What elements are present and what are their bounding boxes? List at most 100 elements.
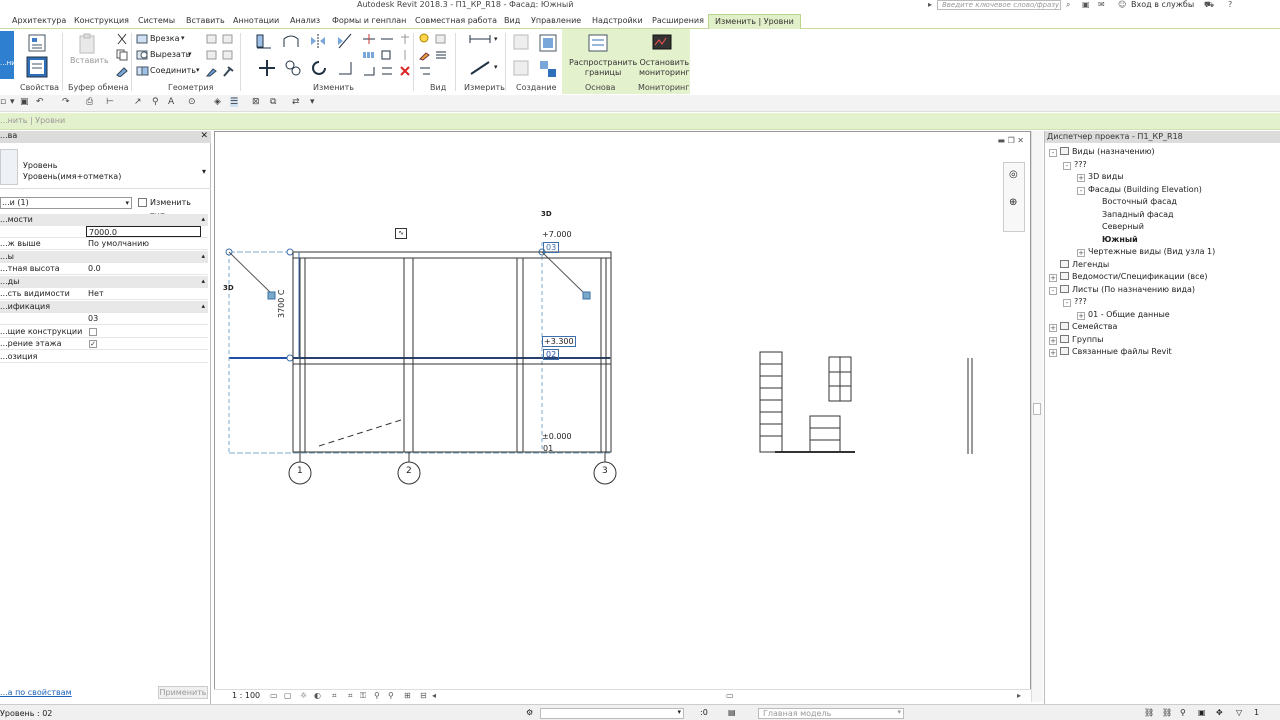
split-face-icon[interactable]: [221, 33, 235, 45]
worksharing-icon[interactable]: ⊞: [404, 691, 411, 700]
join-geometry-icon[interactable]: [136, 65, 150, 77]
graphics-icon[interactable]: [434, 33, 448, 45]
scrollbar-thumb[interactable]: [1033, 403, 1041, 415]
trim-extend-icon[interactable]: [362, 65, 376, 77]
tree-item[interactable]: +3D виды: [1077, 172, 1124, 182]
expand-icon[interactable]: +: [1049, 336, 1057, 345]
tab-addins[interactable]: Надстройки: [592, 16, 643, 25]
wall-join-icon[interactable]: [205, 33, 219, 45]
tree-item[interactable]: + Группы: [1049, 334, 1103, 345]
chevron-down-icon[interactable]: ▾: [10, 97, 15, 107]
tree-item[interactable]: Северный: [1091, 222, 1144, 232]
modify-button[interactable]: ...нить: [0, 31, 24, 79]
property-row[interactable]: ...озиция: [0, 351, 208, 363]
propagate-extents-button[interactable]: Распространить границы: [569, 58, 637, 78]
stop-monitoring-icon[interactable]: [651, 33, 673, 53]
dimension-qat-icon[interactable]: ↗: [134, 97, 142, 107]
property-row[interactable]: 03: [0, 313, 208, 325]
level-name[interactable]: 03: [543, 242, 560, 253]
collapse-icon[interactable]: ▴: [201, 251, 205, 262]
sign-in-button[interactable]: Вход в службы: [1131, 0, 1194, 9]
type-selector[interactable]: Уровень Уровень(имя+отметка) ▾: [0, 145, 211, 189]
zoom-icon[interactable]: ⊕: [1009, 197, 1017, 208]
lock-icon[interactable]: [582, 291, 591, 300]
tab-systems[interactable]: Системы: [138, 16, 175, 25]
expand-icon[interactable]: +: [1049, 274, 1057, 282]
redo-icon[interactable]: ↷: [62, 97, 70, 107]
level-handle[interactable]: [286, 248, 294, 256]
tab-analyze[interactable]: Анализ: [290, 16, 320, 25]
move-icon[interactable]: [258, 59, 276, 77]
section-icon[interactable]: ◈: [214, 97, 221, 107]
collapse-icon[interactable]: -: [1063, 161, 1071, 170]
switch-windows-icon[interactable]: ⧉: [270, 97, 276, 107]
array-icon[interactable]: [362, 49, 376, 61]
elevation-field[interactable]: 7000.0: [86, 226, 201, 237]
properties-help-link[interactable]: ...а по свойствам: [0, 688, 72, 697]
offset-icon[interactable]: [282, 33, 300, 49]
sync-icon[interactable]: ▫: [0, 97, 6, 107]
checkbox-unchecked[interactable]: [89, 328, 97, 336]
tab-architecture[interactable]: Архитектура: [12, 16, 66, 25]
chevron-down-icon[interactable]: ▾: [494, 35, 498, 43]
view-window-controls[interactable]: ▬ ❐ ✕: [997, 136, 1024, 145]
tree-item[interactable]: + Чертежные виды (Вид узла 1): [1077, 247, 1215, 257]
level-elevation[interactable]: ±0.000: [542, 432, 572, 441]
linework-icon[interactable]: [434, 49, 448, 61]
chevron-down-icon[interactable]: ▾: [181, 34, 185, 42]
tree-item[interactable]: - Виды (назначению): [1049, 147, 1155, 157]
select-by-face-icon[interactable]: ▣: [1198, 708, 1206, 717]
chevron-down-icon[interactable]: ▾: [310, 97, 315, 107]
design-options-icon[interactable]: ▤: [728, 708, 736, 717]
properties-icon[interactable]: [25, 55, 49, 79]
help-icon[interactable]: ?: [1228, 0, 1232, 9]
tree-item[interactable]: - Фасады (Building Elevation): [1077, 185, 1202, 195]
apply-button[interactable]: Применить: [158, 686, 208, 699]
level-name[interactable]: 02: [543, 349, 560, 360]
expand-icon[interactable]: +: [1077, 174, 1085, 182]
collapse-icon[interactable]: -: [1049, 149, 1057, 157]
copy-element-icon[interactable]: [284, 59, 302, 77]
lock-view-icon[interactable]: ⚿: [360, 691, 366, 701]
communication-icon[interactable]: ✉: [1098, 0, 1105, 9]
mirror-pick-icon[interactable]: [309, 33, 327, 49]
tree-item[interactable]: -???: [1063, 160, 1087, 170]
crop-view-icon[interactable]: ⌗: [332, 691, 337, 701]
view-scale[interactable]: 1 : 100: [232, 691, 260, 700]
delete-icon[interactable]: [398, 65, 412, 77]
tab-annotate[interactable]: Аннотации: [233, 16, 279, 25]
navigation-bar[interactable]: ◎ ⊕: [1003, 162, 1025, 232]
collapse-icon[interactable]: ▴: [201, 276, 205, 287]
close-icon[interactable]: ✕: [200, 131, 208, 141]
tree-item[interactable]: -???: [1063, 297, 1087, 307]
select-underlay-icon[interactable]: ⛓: [1162, 708, 1172, 717]
show-crop-icon[interactable]: ⌗: [348, 691, 353, 701]
trim-icon[interactable]: [336, 59, 354, 77]
temporary-hide-icon[interactable]: ⚲: [374, 691, 380, 700]
cope-button[interactable]: Врезка: [150, 34, 179, 43]
tag-qat-icon[interactable]: ⚲: [152, 97, 159, 107]
shadows-icon[interactable]: ◐: [314, 691, 321, 700]
tree-item[interactable]: + Семейства: [1049, 322, 1117, 332]
cut-geometry-icon[interactable]: [136, 49, 150, 61]
demolish-icon[interactable]: [221, 49, 235, 61]
cope-icon[interactable]: [136, 33, 150, 45]
3d-view-icon[interactable]: ⊙: [188, 97, 196, 107]
tab-structure[interactable]: Конструкция: [74, 16, 129, 25]
filter-icon[interactable]: ▽: [1236, 708, 1242, 717]
cut-icon[interactable]: [115, 33, 129, 45]
horizontal-scroll-thumb[interactable]: ▭: [726, 691, 734, 700]
chevron-down-icon[interactable]: ▾: [494, 63, 498, 71]
chevron-left-icon[interactable]: ◂: [432, 691, 436, 700]
dimension-icon[interactable]: [468, 59, 492, 77]
mirror-draw-icon[interactable]: [336, 33, 354, 49]
property-group[interactable]: ...ификация ▴: [0, 301, 208, 313]
user-icon[interactable]: ☺: [1118, 0, 1126, 9]
unpin-icon[interactable]: [398, 49, 412, 61]
paint-icon[interactable]: [205, 49, 219, 61]
collapse-icon[interactable]: -: [1077, 186, 1085, 195]
measure-qat-icon[interactable]: ⊢: [106, 97, 114, 107]
extend-multiple-icon[interactable]: [380, 65, 394, 77]
hide-in-view-icon[interactable]: ∿: [395, 228, 407, 239]
expand-icon[interactable]: +: [1049, 349, 1057, 357]
